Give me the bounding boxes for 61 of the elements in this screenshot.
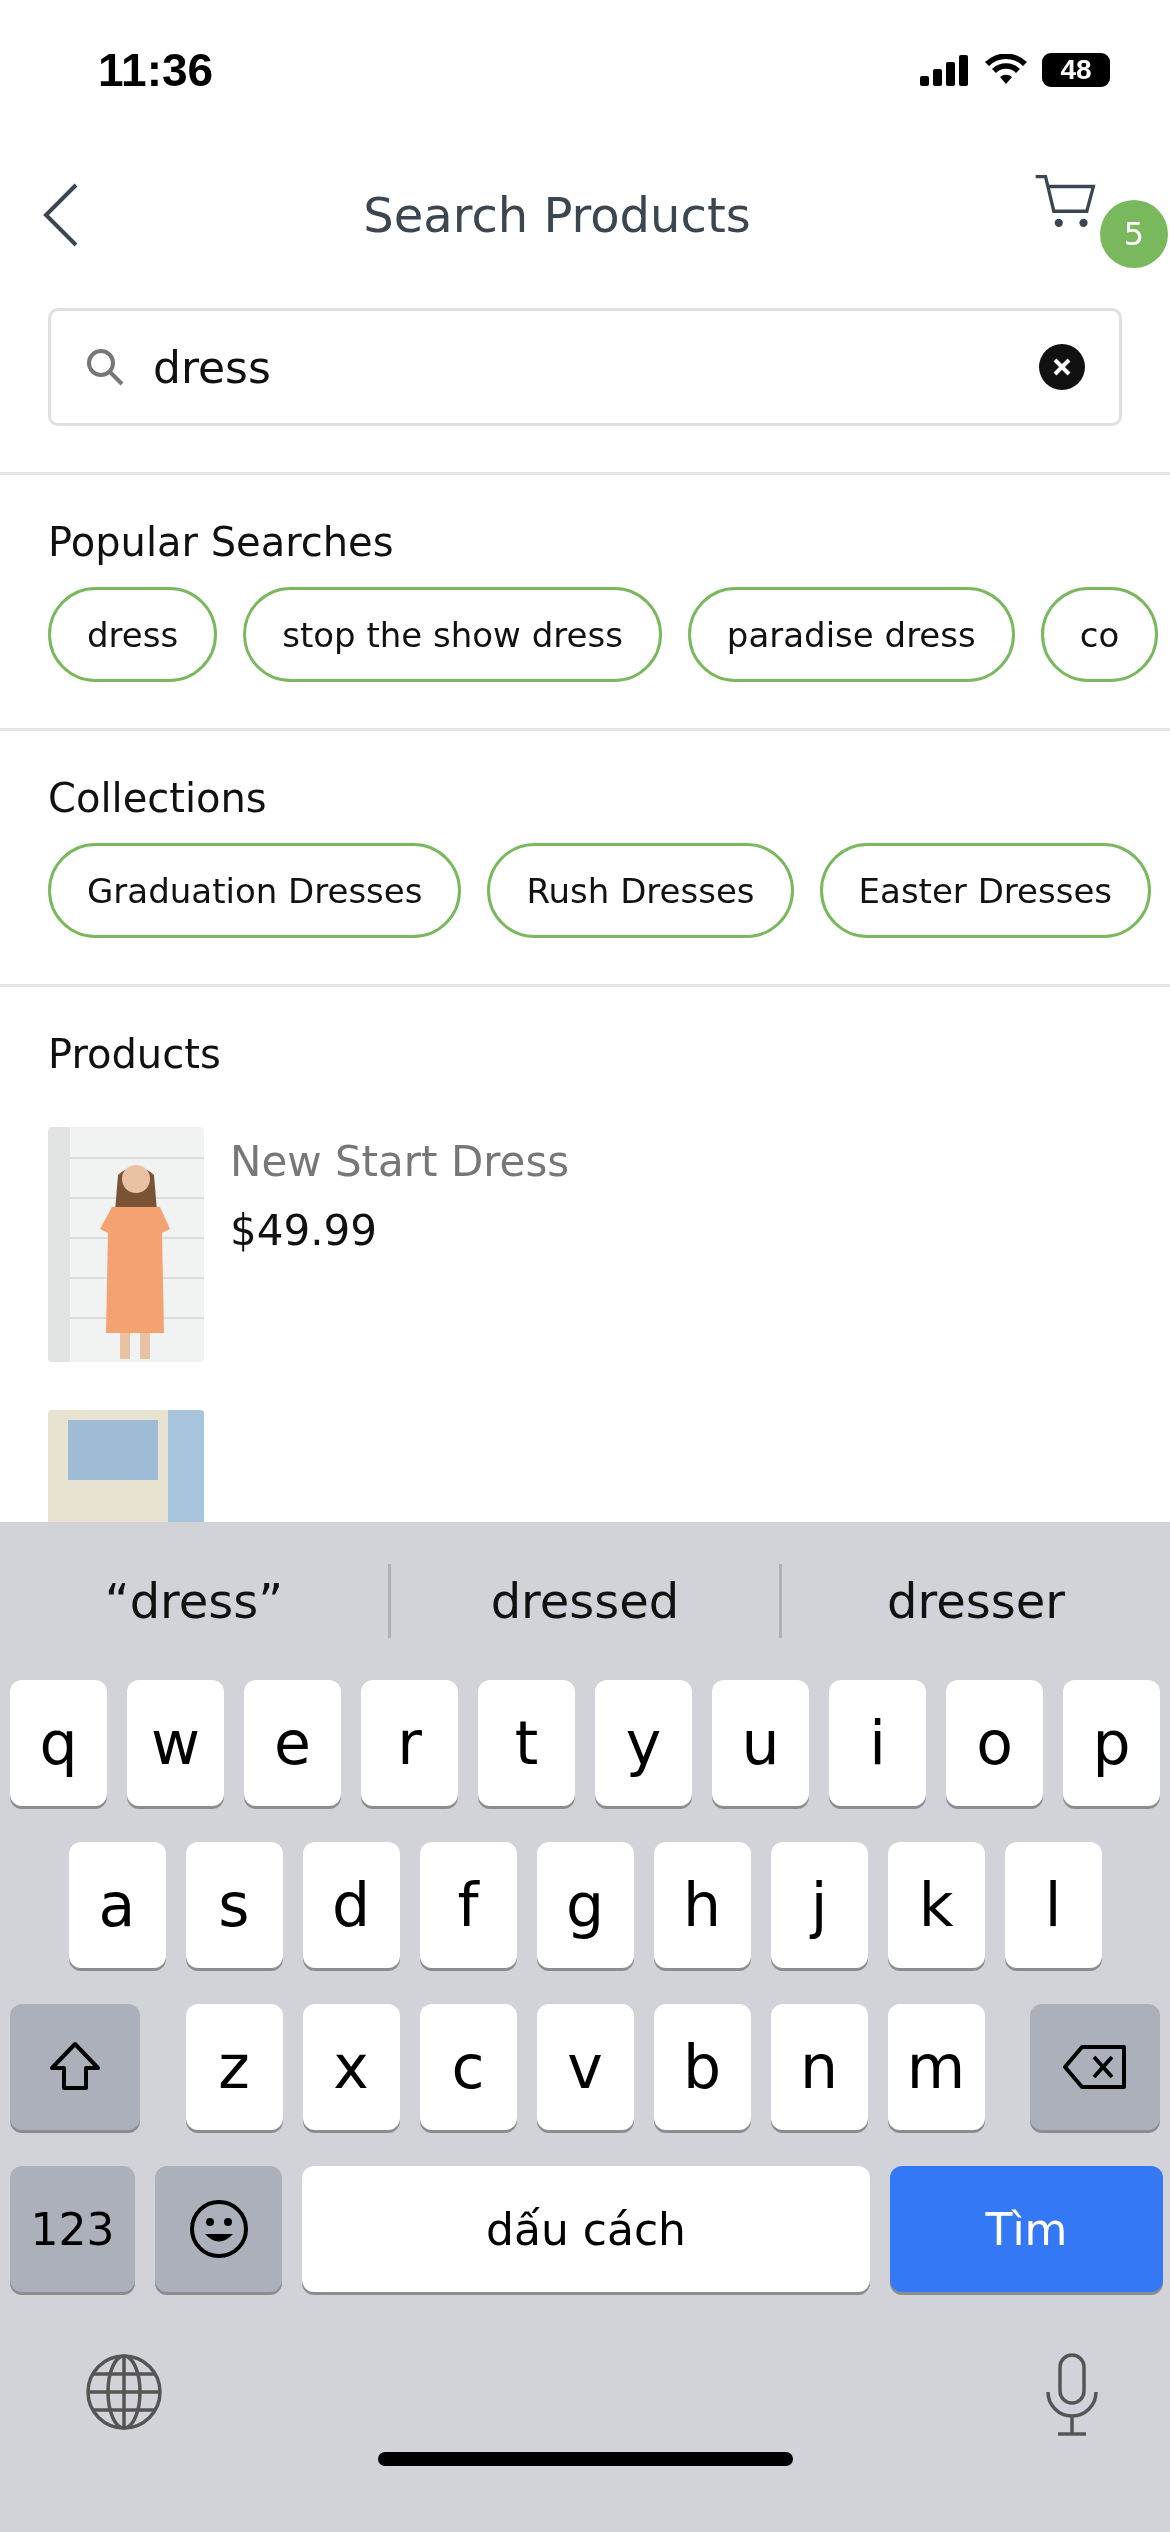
search-chip[interactable]: paradise dress <box>687 587 1015 682</box>
key[interactable]: f <box>419 1842 517 1968</box>
key[interactable]: a <box>68 1842 166 1968</box>
suggestion[interactable]: “dress” <box>0 1564 388 1638</box>
key[interactable]: k <box>887 1842 985 1968</box>
key[interactable]: j <box>770 1842 868 1968</box>
key[interactable]: z <box>185 2004 283 2130</box>
search-field[interactable]: dress <box>48 308 1122 426</box>
key[interactable]: x <box>302 2004 400 2130</box>
status-time: 11:36 <box>98 43 214 97</box>
emoji-key[interactable] <box>155 2166 282 2292</box>
key[interactable]: i <box>829 1680 926 1806</box>
key[interactable]: o <box>946 1680 1043 1806</box>
key[interactable]: y <box>595 1680 692 1806</box>
key[interactable]: e <box>244 1680 341 1806</box>
key[interactable]: c <box>419 2004 517 2130</box>
section-title: Collections <box>48 775 268 821</box>
search-chip[interactable]: Easter Dresses <box>819 843 1152 938</box>
key[interactable]: h <box>653 1842 751 1968</box>
search-key[interactable]: Tìm <box>890 2166 1163 2292</box>
wifi-icon <box>984 54 1028 86</box>
key[interactable]: w <box>127 1680 224 1806</box>
signal-icon <box>920 54 970 86</box>
section-title: Popular Searches <box>48 519 395 565</box>
cart-count-badge: 5 <box>1100 200 1168 268</box>
key[interactable]: b <box>653 2004 751 2130</box>
key[interactable]: d <box>302 1842 400 1968</box>
key[interactable]: v <box>536 2004 634 2130</box>
battery-icon: 48 <box>1042 53 1110 87</box>
search-chip[interactable]: stop the show dress <box>243 587 662 682</box>
search-chip[interactable]: dress <box>48 587 218 682</box>
key[interactable]: u <box>712 1680 809 1806</box>
emoji-icon <box>188 2199 249 2259</box>
key[interactable]: t <box>478 1680 575 1806</box>
section-title: Products <box>48 1031 222 1077</box>
key[interactable]: q <box>10 1680 107 1806</box>
product-price: $49.99 <box>230 1206 378 1255</box>
product-name[interactable]: New Start Dress <box>230 1137 570 1186</box>
search-chip[interactable]: Graduation Dresses <box>48 843 462 938</box>
shift-key[interactable] <box>10 2004 140 2130</box>
microphone-icon[interactable] <box>1044 2352 1100 2438</box>
numbers-key[interactable]: 123 <box>10 2166 135 2292</box>
space-key[interactable]: dấu cách <box>302 2166 870 2292</box>
search-text: dress <box>153 341 272 393</box>
key[interactable]: m <box>887 2004 985 2130</box>
delete-key[interactable] <box>1030 2004 1160 2130</box>
globe-icon[interactable] <box>84 2352 164 2432</box>
suggestion[interactable]: dressed <box>388 1564 779 1638</box>
key[interactable]: g <box>536 1842 634 1968</box>
search-icon <box>85 347 125 387</box>
key[interactable]: r <box>361 1680 458 1806</box>
backspace-icon <box>1062 2044 1128 2090</box>
page-title: Search Products <box>363 187 751 243</box>
clear-icon[interactable] <box>1039 344 1085 390</box>
search-chip[interactable]: co <box>1040 587 1159 682</box>
key[interactable]: s <box>185 1842 283 1968</box>
key[interactable]: p <box>1063 1680 1160 1806</box>
suggestion[interactable]: dresser <box>779 1564 1170 1638</box>
search-chip[interactable]: Rush Dresses <box>487 843 794 938</box>
key[interactable]: n <box>770 2004 868 2130</box>
key[interactable]: l <box>1004 1842 1102 1968</box>
